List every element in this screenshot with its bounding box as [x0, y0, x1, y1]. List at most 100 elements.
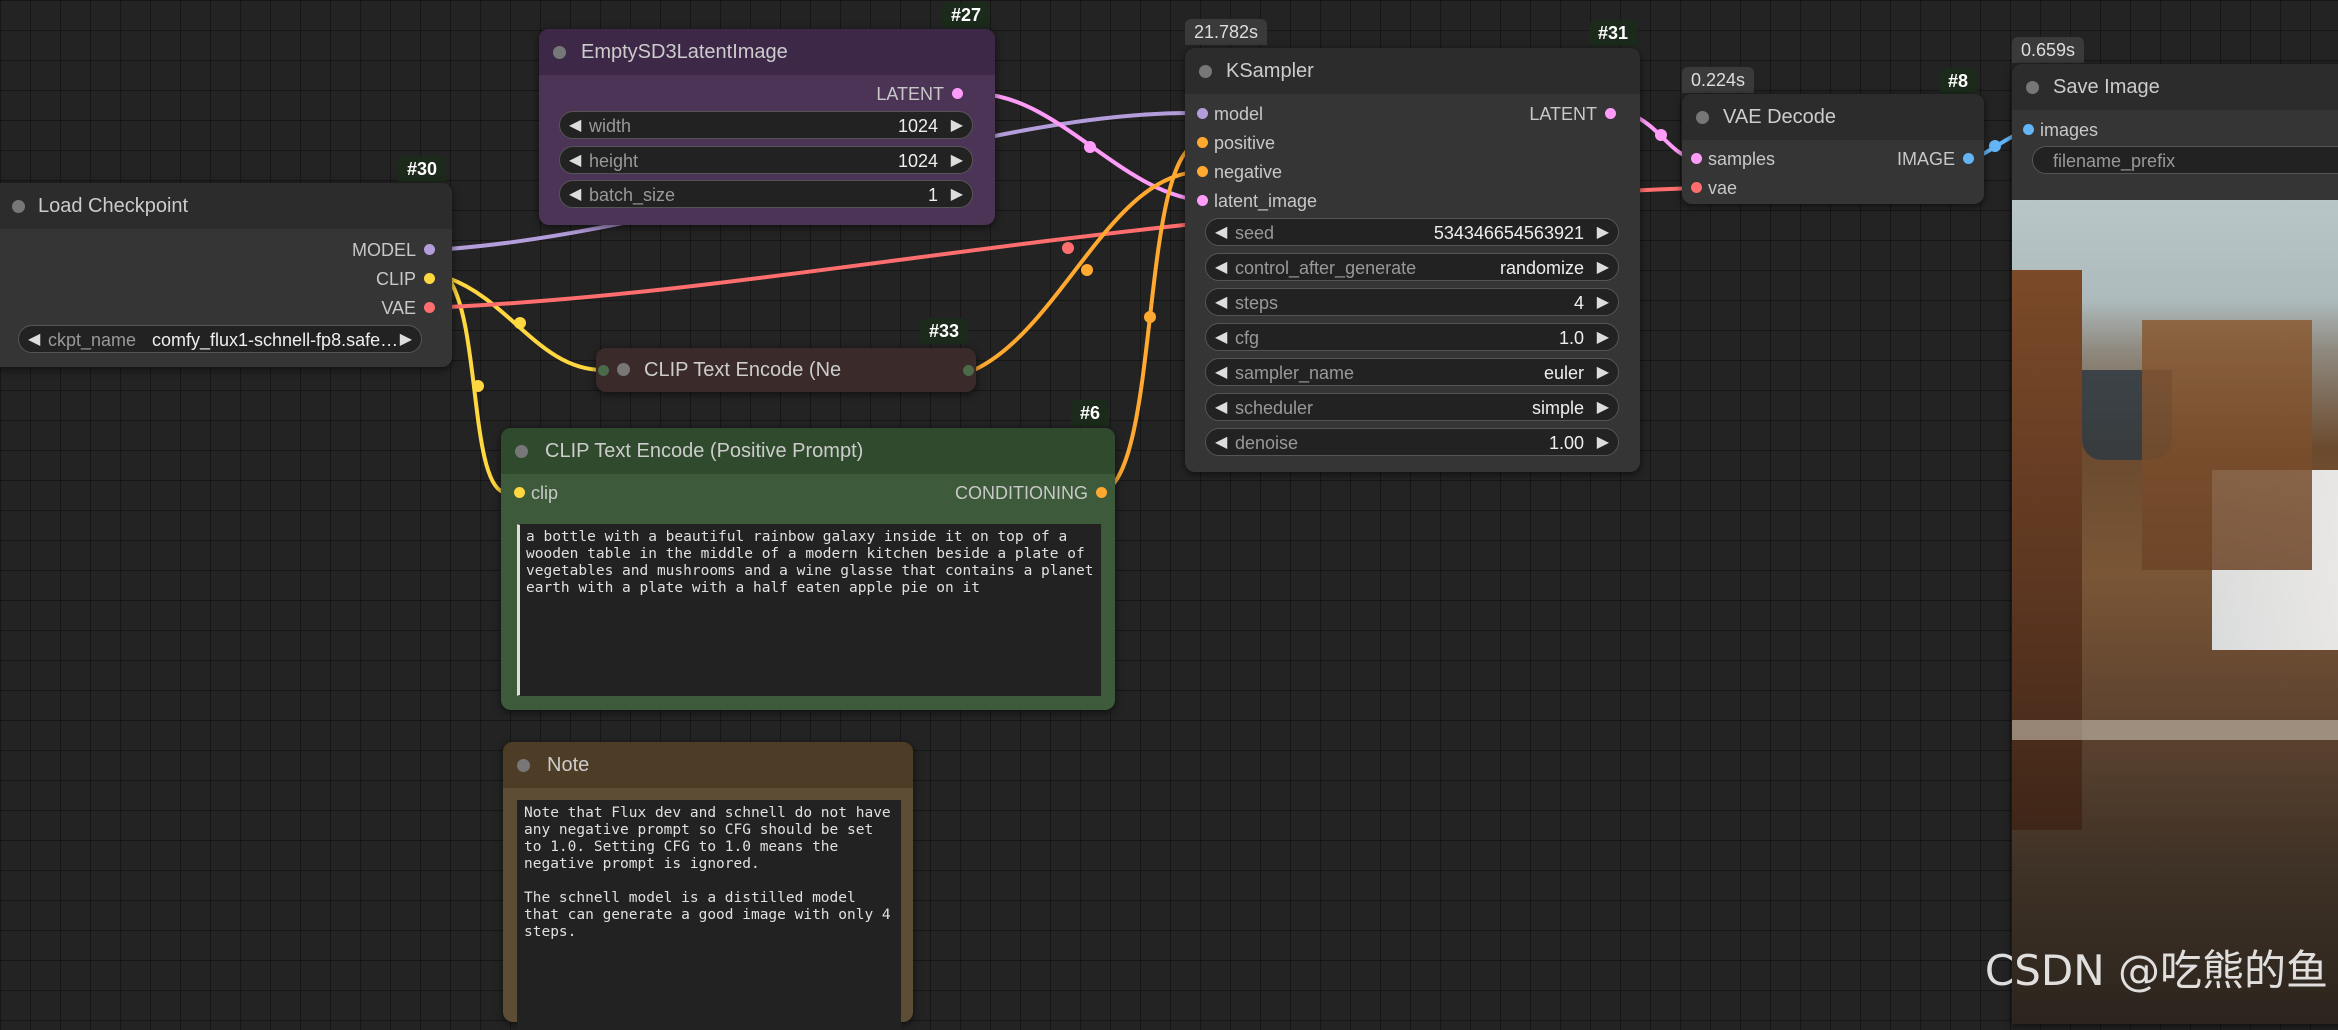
node-header[interactable]: EmptySD3LatentImage: [539, 29, 995, 75]
input-slot-latent-image[interactable]: latent_image: [1197, 191, 1317, 211]
clip-text-encode-negative-node[interactable]: CLIP Text Encode (Ne: [596, 348, 976, 392]
node-header[interactable]: KSampler: [1185, 48, 1640, 94]
input-slot-positive[interactable]: positive: [1197, 133, 1275, 153]
arrow-left-icon[interactable]: ◀: [28, 326, 40, 352]
arrow-right-icon[interactable]: ▶: [1597, 219, 1609, 245]
scheduler-widget[interactable]: ◀ scheduler simple ▶: [1205, 393, 1619, 421]
output-slot-image[interactable]: IMAGE: [1897, 149, 1974, 169]
arrow-left-icon[interactable]: ◀: [1215, 289, 1227, 315]
output-slot-clip[interactable]: CLIP: [376, 269, 435, 289]
output-pin-icon[interactable]: [424, 302, 435, 313]
input-slot-clip[interactable]: clip: [514, 483, 558, 503]
arrow-right-icon[interactable]: ▶: [951, 112, 963, 138]
note-textarea[interactable]: Note that Flux dev and schnell do not ha…: [517, 800, 901, 1030]
arrow-right-icon[interactable]: ▶: [1597, 254, 1609, 280]
node-header[interactable]: Load Checkpoint: [0, 183, 452, 229]
prompt-textarea[interactable]: a bottle with a beautiful rainbow galaxy…: [517, 524, 1101, 696]
ckpt-name-combo[interactable]: ◀ ckpt_name comfy_flux1-schnell-fp8.safe…: [18, 325, 422, 353]
input-pin-icon[interactable]: [1691, 182, 1702, 193]
node-title: Load Checkpoint: [38, 195, 189, 217]
input-pin-icon[interactable]: [2023, 124, 2034, 135]
cfg-widget[interactable]: ◀ cfg 1.0 ▶: [1205, 323, 1619, 351]
wire-latent-ksampler: [981, 92, 1200, 202]
output-slot-model[interactable]: MODEL: [352, 240, 435, 260]
sampler-name-widget[interactable]: ◀ sampler_name euler ▶: [1205, 358, 1619, 386]
input-slot-model[interactable]: model: [1197, 104, 1263, 124]
input-slot-vae[interactable]: vae: [1691, 178, 1737, 198]
arrow-right-icon[interactable]: ▶: [1597, 394, 1609, 420]
node-title: CLIP Text Encode (Ne: [644, 359, 842, 381]
node-header[interactable]: Note: [503, 742, 913, 788]
output-slot-latent[interactable]: LATENT: [1529, 104, 1616, 124]
input-pin-icon[interactable]: [514, 487, 525, 498]
collapse-dot-icon[interactable]: [1696, 111, 1709, 124]
output-slot-conditioning[interactable]: CONDITIONING: [955, 483, 1107, 503]
input-pin-icon[interactable]: [1691, 153, 1702, 164]
output-pin-icon[interactable]: [952, 88, 963, 99]
control-after-generate-widget[interactable]: ◀ control_after_generate randomize ▶: [1205, 253, 1619, 281]
collapse-dot-icon[interactable]: [515, 445, 528, 458]
arrow-left-icon[interactable]: ◀: [569, 147, 581, 173]
countertop-shape: [2012, 720, 2338, 740]
collapse-dot-icon[interactable]: [2026, 81, 2039, 94]
arrow-left-icon[interactable]: ◀: [1215, 429, 1227, 455]
input-pin-icon[interactable]: [1197, 195, 1208, 206]
execution-time-label: 21.782s: [1185, 19, 1268, 45]
ksampler-node[interactable]: KSampler model positive negative latent_…: [1185, 48, 1640, 472]
note-node[interactable]: Note Note that Flux dev and schnell do n…: [503, 742, 913, 1030]
output-pin-icon[interactable]: [424, 273, 435, 284]
steps-widget[interactable]: ◀ steps 4 ▶: [1205, 288, 1619, 316]
output-pin-icon[interactable]: [1096, 487, 1107, 498]
collapse-dot-icon[interactable]: [617, 363, 630, 376]
output-pin-icon[interactable]: [1963, 153, 1974, 164]
arrow-right-icon[interactable]: ▶: [1597, 324, 1609, 350]
cabinet-left-shape: [2012, 270, 2082, 830]
filename-prefix-widget[interactable]: filename_prefix: [2032, 146, 2338, 174]
arrow-right-icon[interactable]: ▶: [951, 181, 963, 207]
arrow-left-icon[interactable]: ◀: [569, 112, 581, 138]
input-slot-negative[interactable]: negative: [1197, 162, 1282, 182]
output-slot-latent[interactable]: LATENT: [876, 84, 963, 104]
arrow-left-icon[interactable]: ◀: [569, 181, 581, 207]
seed-widget[interactable]: ◀ seed 534346654563921 ▶: [1205, 218, 1619, 246]
output-pin-icon[interactable]: [1605, 108, 1616, 119]
collapse-dot-icon[interactable]: [12, 200, 25, 213]
input-slot-images[interactable]: images: [2023, 120, 2098, 140]
output-slot-vae[interactable]: VAE: [381, 298, 435, 318]
collapse-dot-icon[interactable]: [553, 46, 566, 59]
batch-size-number-widget[interactable]: ◀ batch_size 1 ▶: [559, 180, 973, 208]
collapse-dot-icon[interactable]: [1199, 65, 1212, 78]
node-id-badge: #8: [1939, 68, 1978, 94]
arrow-right-icon[interactable]: ▶: [1597, 289, 1609, 315]
input-pin-icon[interactable]: [1197, 166, 1208, 177]
arrow-right-icon[interactable]: ▶: [951, 147, 963, 173]
input-slot-samples[interactable]: samples: [1691, 149, 1775, 169]
output-pin-icon[interactable]: [963, 365, 974, 376]
arrow-left-icon[interactable]: ◀: [1215, 254, 1227, 280]
save-image-node[interactable]: Save Image images filename_prefix: [2012, 64, 2338, 1024]
arrow-left-icon[interactable]: ◀: [1215, 394, 1227, 420]
input-pin-icon[interactable]: [598, 365, 609, 376]
arrow-right-icon[interactable]: ▶: [1597, 429, 1609, 455]
input-pin-icon[interactable]: [1197, 108, 1208, 119]
arrow-left-icon[interactable]: ◀: [1215, 359, 1227, 385]
arrow-right-icon[interactable]: ▶: [400, 326, 412, 352]
arrow-left-icon[interactable]: ◀: [1215, 324, 1227, 350]
arrow-left-icon[interactable]: ◀: [1215, 219, 1227, 245]
input-pin-icon[interactable]: [1197, 137, 1208, 148]
collapse-dot-icon[interactable]: [517, 759, 530, 772]
node-header[interactable]: VAE Decode: [1682, 94, 1984, 140]
vae-decode-node[interactable]: VAE Decode samples vae IMAGE: [1682, 94, 1984, 204]
height-number-widget[interactable]: ◀ height 1024 ▶: [559, 146, 973, 174]
node-header[interactable]: CLIP Text Encode (Positive Prompt): [501, 428, 1115, 474]
arrow-right-icon[interactable]: ▶: [1597, 359, 1609, 385]
output-pin-icon[interactable]: [424, 244, 435, 255]
node-title: Save Image: [2053, 76, 2160, 98]
denoise-widget[interactable]: ◀ denoise 1.00 ▶: [1205, 428, 1619, 456]
empty-latent-image-node[interactable]: EmptySD3LatentImage LATENT ◀ width 1024 ▶ ◀…: [539, 29, 995, 225]
node-header[interactable]: Save Image: [2012, 64, 2338, 110]
width-number-widget[interactable]: ◀ width 1024 ▶: [559, 111, 973, 139]
clip-text-encode-positive-node[interactable]: CLIP Text Encode (Positive Prompt) clip …: [501, 428, 1115, 710]
load-checkpoint-node[interactable]: Load Checkpoint MODEL CLIP VAE ◀ ckpt_na…: [0, 183, 452, 367]
execution-time-label: 0.224s: [1682, 67, 1755, 93]
